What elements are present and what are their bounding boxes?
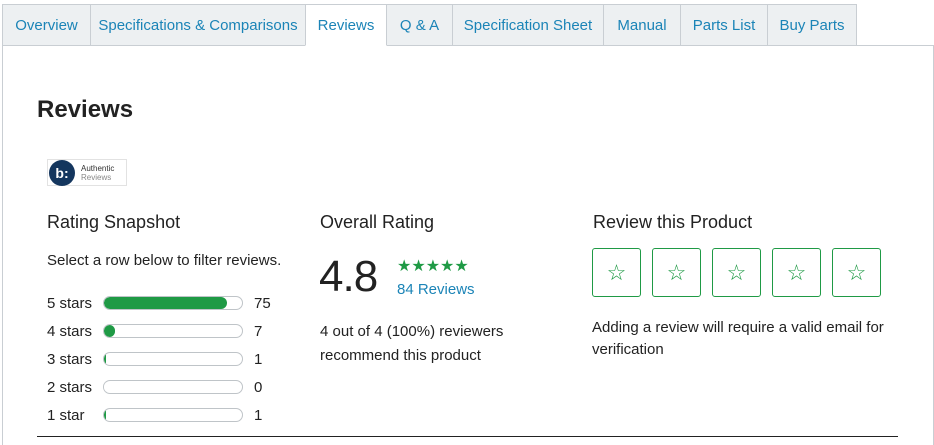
authentic-reviews-badge: b: Authentic Reviews bbox=[47, 159, 127, 186]
rate-2-star-button[interactable]: ☆ bbox=[652, 248, 701, 297]
overall-rating-heading: Overall Rating bbox=[320, 212, 435, 232]
rating-row-label: 4 stars bbox=[47, 322, 93, 340]
rating-bar bbox=[103, 296, 243, 310]
rating-bar-fill bbox=[104, 353, 106, 365]
rating-row-3[interactable]: 3 stars 1 bbox=[47, 345, 271, 373]
rating-bar bbox=[103, 324, 243, 338]
rate-1-star-button[interactable]: ☆ bbox=[592, 248, 641, 297]
bazaarvoice-logo-icon: b: bbox=[49, 159, 75, 186]
badge-line2: Reviews bbox=[81, 172, 112, 182]
rating-snapshot-heading: Rating Snapshot bbox=[47, 212, 181, 232]
reviews-count-link[interactable]: 84 Reviews bbox=[397, 281, 475, 298]
overall-score: 4.8 bbox=[319, 252, 378, 301]
rating-row-1[interactable]: 1 star 1 bbox=[47, 401, 271, 429]
rating-bar-fill bbox=[104, 381, 106, 393]
rate-5-star-button[interactable]: ☆ bbox=[832, 248, 881, 297]
filter-hint: Select a row below to filter reviews. bbox=[47, 252, 282, 269]
review-star-selector: ☆ ☆ ☆ ☆ ☆ bbox=[592, 248, 892, 297]
tab-parts-list[interactable]: Parts List bbox=[680, 4, 768, 46]
rate-4-star-button[interactable]: ☆ bbox=[772, 248, 821, 297]
tab-overview[interactable]: Overview bbox=[2, 4, 91, 46]
rate-3-star-button[interactable]: ☆ bbox=[712, 248, 761, 297]
rating-row-count: 75 bbox=[254, 294, 271, 312]
rating-row-4[interactable]: 4 stars 7 bbox=[47, 317, 271, 345]
rating-row-2[interactable]: 2 stars 0 bbox=[47, 373, 271, 401]
tab-reviews[interactable]: Reviews bbox=[305, 4, 387, 46]
review-notice: Adding a review will require a valid ema… bbox=[592, 319, 884, 358]
rating-bar-fill bbox=[104, 297, 227, 309]
tab-manual[interactable]: Manual bbox=[603, 4, 681, 46]
tab-bar: Overview Specifications & Comparisons Re… bbox=[2, 4, 857, 46]
rating-row-count: 7 bbox=[254, 322, 263, 340]
recommend-text: 4 out of 4 (100%) reviewers recommend th… bbox=[320, 323, 504, 364]
rating-row-count: 1 bbox=[254, 350, 263, 368]
divider bbox=[37, 436, 898, 437]
rating-row-label: 3 stars bbox=[47, 350, 93, 368]
page-title: Reviews bbox=[37, 96, 134, 123]
rating-row-count: 1 bbox=[254, 406, 263, 424]
tab-specifications-comparisons[interactable]: Specifications & Comparisons bbox=[90, 4, 306, 46]
rating-row-count: 0 bbox=[254, 378, 263, 396]
review-product-heading: Review this Product bbox=[593, 212, 753, 232]
rating-bar bbox=[103, 352, 243, 366]
tab-q-and-a[interactable]: Q & A bbox=[386, 4, 453, 46]
rating-histogram: 5 stars 75 4 stars 7 3 stars 1 2 stars 0… bbox=[47, 289, 271, 429]
tab-specification-sheet[interactable]: Specification Sheet bbox=[452, 4, 604, 46]
rating-row-label: 5 stars bbox=[47, 294, 93, 312]
rating-bar-fill bbox=[104, 325, 115, 337]
rating-bar bbox=[103, 380, 243, 394]
rating-row-label: 2 stars bbox=[47, 378, 93, 396]
rating-row-5[interactable]: 5 stars 75 bbox=[47, 289, 271, 317]
rating-bar-fill bbox=[104, 409, 106, 421]
overall-stars-icon: ★★★★★ bbox=[397, 258, 469, 275]
rating-bar bbox=[103, 408, 243, 422]
tab-buy-parts[interactable]: Buy Parts bbox=[767, 4, 857, 46]
badge-line1: Authentic bbox=[81, 163, 115, 173]
rating-row-label: 1 star bbox=[47, 406, 85, 424]
